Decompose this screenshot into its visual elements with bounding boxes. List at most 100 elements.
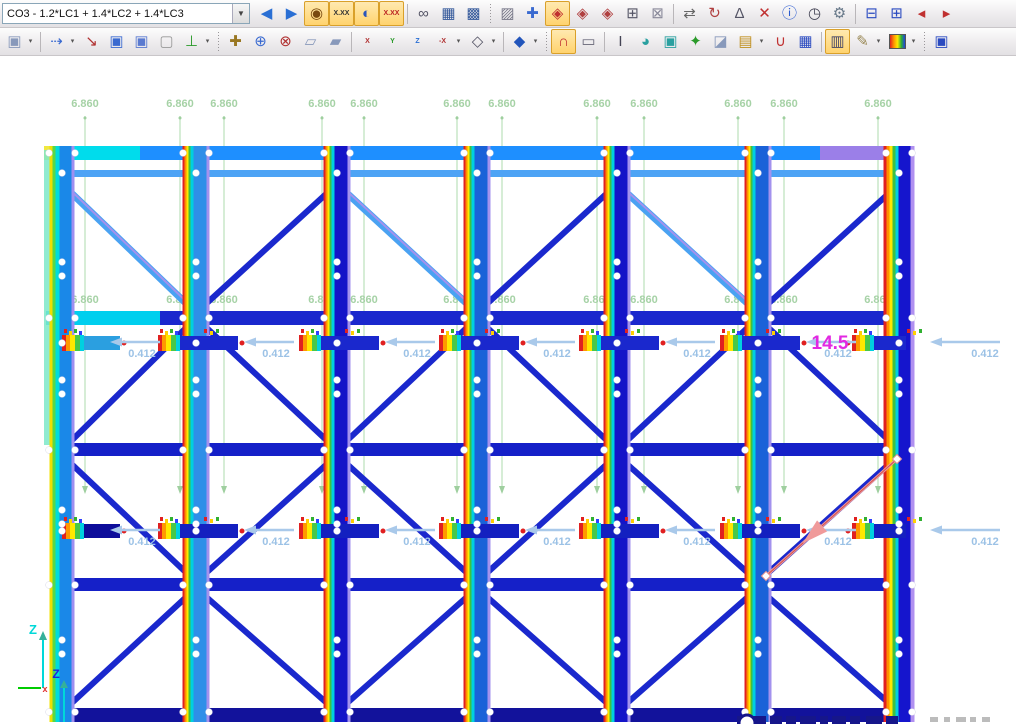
column[interactable] — [189, 146, 191, 722]
deformation-button[interactable]: ▭ — [576, 29, 601, 54]
color-scale-button-dropdown-icon[interactable]: ▾ — [909, 37, 918, 45]
cross-reference-button[interactable]: ✕ — [752, 1, 777, 26]
rotate-view-button[interactable]: ↻ — [702, 1, 727, 26]
node-dot[interactable] — [461, 582, 468, 589]
node-dot[interactable] — [909, 315, 916, 322]
node-dot[interactable] — [883, 315, 890, 322]
column[interactable] — [468, 146, 470, 722]
node-dot[interactable] — [59, 273, 66, 280]
node-dot[interactable] — [909, 582, 916, 589]
column[interactable] — [328, 146, 330, 722]
node-dot[interactable] — [461, 315, 468, 322]
node-dot[interactable] — [768, 582, 775, 589]
node-dot[interactable] — [474, 377, 481, 384]
node-dot[interactable] — [72, 582, 79, 589]
node-dot[interactable] — [347, 150, 354, 157]
node-dot[interactable] — [755, 377, 762, 384]
node-dot[interactable] — [461, 447, 468, 454]
node-dot[interactable] — [474, 651, 481, 658]
history-button[interactable]: ◷ — [802, 1, 827, 26]
node-dot[interactable] — [614, 391, 621, 398]
panels-button[interactable]: ▤▾ — [733, 29, 758, 54]
column[interactable] — [332, 146, 335, 722]
node-dot[interactable] — [59, 259, 66, 266]
column[interactable] — [56, 146, 60, 722]
column[interactable] — [756, 146, 769, 722]
new-load-button[interactable]: ⊥▾ — [179, 29, 204, 54]
surface-results-button[interactable]: ◕ — [633, 29, 658, 54]
node-dot[interactable] — [755, 273, 762, 280]
node-dot[interactable] — [601, 582, 608, 589]
column[interactable] — [884, 146, 887, 722]
view-minus-x-button-dropdown-icon[interactable]: ▾ — [454, 37, 463, 45]
column[interactable] — [466, 146, 468, 722]
show-results-deformed-button[interactable]: ◐ — [354, 1, 379, 26]
column[interactable] — [747, 146, 749, 722]
node-dot[interactable] — [768, 315, 775, 322]
node-dot[interactable] — [206, 447, 213, 454]
import-data-button[interactable]: ◂ — [909, 1, 934, 26]
column[interactable] — [749, 146, 751, 722]
node-dot[interactable] — [909, 709, 916, 716]
load-combination-combo[interactable]: CO3 - 1.2*LC1 + 1.4*LC2 + 1.4*LC3 ▼ — [2, 3, 250, 24]
member-diagrams-button[interactable]: ▦ — [436, 1, 461, 26]
node-dot[interactable] — [487, 709, 494, 716]
node-dot[interactable] — [334, 377, 341, 384]
node-dot[interactable] — [46, 447, 53, 454]
node-dot[interactable] — [321, 447, 328, 454]
node-dot[interactable] — [59, 637, 66, 644]
column[interactable] — [896, 146, 899, 722]
node-dot[interactable] — [193, 259, 200, 266]
prev-loadcase-button[interactable]: ◀ — [254, 1, 279, 26]
node-dot[interactable] — [755, 170, 762, 177]
node-dot[interactable] — [474, 528, 481, 535]
column[interactable] — [608, 146, 610, 722]
node-dot[interactable] — [768, 447, 775, 454]
node-dot[interactable] — [321, 709, 328, 716]
node-dot[interactable] — [72, 709, 79, 716]
node-dot[interactable] — [896, 391, 903, 398]
wireframe-view-button[interactable]: ▱ — [298, 29, 323, 54]
column[interactable] — [326, 146, 328, 722]
node-dot[interactable] — [206, 582, 213, 589]
show-results-button[interactable]: ◉ — [304, 1, 329, 26]
node-dot[interactable] — [474, 273, 481, 280]
display-wand-button-dropdown-icon[interactable]: ▾ — [874, 37, 883, 45]
column[interactable] — [464, 146, 466, 722]
node-dot[interactable] — [334, 273, 341, 280]
column[interactable] — [472, 146, 475, 722]
node-dot[interactable] — [59, 528, 66, 535]
node-dot[interactable] — [883, 582, 890, 589]
column[interactable] — [887, 146, 890, 722]
node-dot[interactable] — [601, 447, 608, 454]
column[interactable] — [335, 146, 348, 722]
node-dot[interactable] — [614, 651, 621, 658]
node-dot[interactable] — [461, 150, 468, 157]
node-dot[interactable] — [334, 528, 341, 535]
node-dot[interactable] — [909, 447, 916, 454]
info-button[interactable]: ⓘ — [777, 1, 802, 26]
node-dot[interactable] — [347, 447, 354, 454]
node-dot[interactable] — [614, 521, 621, 528]
node-dot[interactable] — [72, 315, 79, 322]
node-dot[interactable] — [755, 259, 762, 266]
node-dot[interactable] — [474, 507, 481, 514]
node-dot[interactable] — [334, 259, 341, 266]
zoom-out-button[interactable]: ⊗ — [273, 29, 298, 54]
node-dot[interactable] — [180, 447, 187, 454]
node-dot[interactable] — [334, 170, 341, 177]
node-dot[interactable] — [180, 150, 187, 157]
options-gears-button[interactable]: ⚙ — [827, 1, 852, 26]
node-dot[interactable] — [755, 340, 762, 347]
column[interactable] — [191, 146, 194, 722]
node-dot[interactable] — [334, 507, 341, 514]
color-scale-button[interactable]: ▾ — [885, 29, 910, 54]
view-z-button[interactable]: Z — [405, 29, 430, 54]
view-angle-button[interactable]: ◇▾ — [465, 29, 490, 54]
node-dot[interactable] — [487, 447, 494, 454]
node-dot[interactable] — [334, 521, 341, 528]
node-dot[interactable] — [72, 447, 79, 454]
node-dot[interactable] — [334, 651, 341, 658]
view-angle-button-dropdown-icon[interactable]: ▾ — [489, 37, 498, 45]
node-dot[interactable] — [601, 315, 608, 322]
